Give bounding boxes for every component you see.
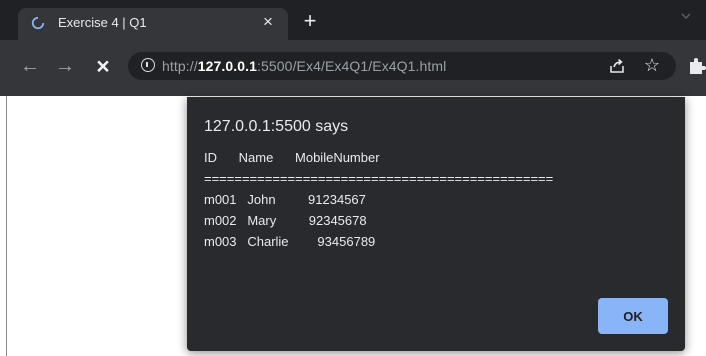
stop-loading-button[interactable]: × <box>89 52 117 80</box>
loading-spinner-icon <box>31 16 45 30</box>
dialog-title: 127.0.0.1:5500 says <box>204 118 349 135</box>
bookmark-star-icon[interactable]: ☆ <box>642 55 662 75</box>
back-button[interactable]: ← <box>16 52 44 80</box>
url-host: 127.0.0.1 <box>197 58 258 74</box>
browser-tab[interactable]: Exercise 4 | Q1 × <box>18 8 288 40</box>
tab-title: Exercise 4 | Q1 <box>58 15 147 30</box>
url-scheme: http:// <box>162 58 198 74</box>
forward-button[interactable]: → <box>51 52 79 80</box>
extensions-puzzle-icon[interactable] <box>686 56 706 76</box>
close-icon[interactable]: × <box>258 12 278 32</box>
url-text[interactable]: http://127.0.0.1:5500/Ex4/Ex4Q1/Ex4Q1.ht… <box>162 58 446 74</box>
page-edge-divider <box>6 96 7 356</box>
browser-toolbar: ← → × http://127.0.0.1:5500/Ex4/Ex4Q1/Ex… <box>0 40 706 96</box>
share-icon[interactable] <box>608 57 626 75</box>
ok-button[interactable]: OK <box>598 298 668 334</box>
browser-tab-strip: Exercise 4 | Q1 × + <box>0 0 706 40</box>
tab-search-icon[interactable] <box>676 10 696 30</box>
address-bar[interactable]: http://127.0.0.1:5500/Ex4/Ex4Q1/Ex4Q1.ht… <box>128 52 676 80</box>
alert-dialog: 127.0.0.1:5500 says ID Name MobileNumber… <box>187 97 685 351</box>
dialog-message: ID Name MobileNumber ===================… <box>204 150 554 249</box>
url-path: :5500/Ex4/Ex4Q1/Ex4Q1.html <box>257 58 447 74</box>
info-icon[interactable] <box>141 58 155 72</box>
new-tab-button[interactable]: + <box>298 9 322 33</box>
